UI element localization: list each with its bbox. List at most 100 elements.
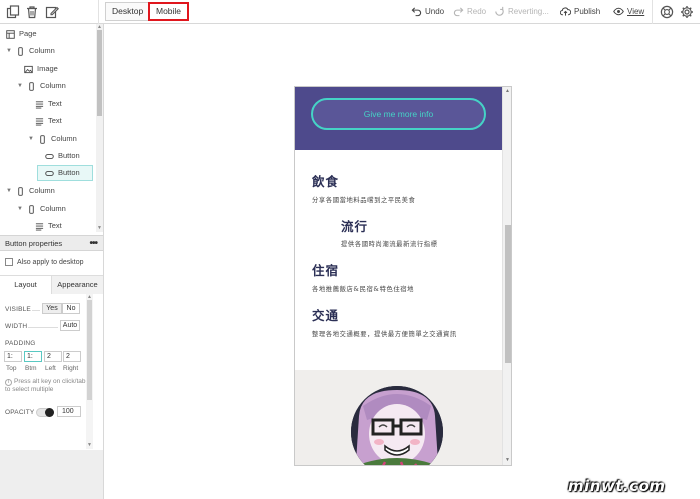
tree-item-label: Button: [58, 168, 80, 177]
padding-bottom-input[interactable]: 1:: [24, 351, 42, 362]
text-icon: [35, 222, 44, 231]
preview-scrollbar[interactable]: ▲ ▼: [502, 87, 511, 465]
scroll-down-icon[interactable]: ▼: [87, 442, 92, 448]
left-panel: Page ▼ Column Image ▼ Column Text Text ▼…: [0, 24, 104, 499]
avatar-section: [295, 370, 502, 465]
section-body: 分享各國當地料品嚐到之平民美食: [312, 197, 416, 204]
visible-yes-button[interactable]: Yes: [42, 303, 62, 314]
multi-select-hint: i Press alt key on click/tab to select mu…: [5, 378, 91, 394]
visible-no-button[interactable]: No: [62, 303, 80, 314]
opacity-input[interactable]: 100: [57, 406, 81, 417]
tree-item-label: Column: [29, 46, 55, 55]
view-button[interactable]: View: [613, 6, 644, 17]
desktop-view-button[interactable]: Desktop: [105, 2, 151, 21]
scroll-down-icon[interactable]: ▼: [97, 225, 102, 231]
tree-item-column[interactable]: ▼ Column: [28, 131, 77, 147]
mobile-preview: Give me more info 飲食 分享各國當地料品嚐到之平民美食 流行 …: [294, 86, 512, 466]
padding-right-input[interactable]: 2: [63, 351, 81, 362]
tree-item-label: Text: [48, 99, 62, 108]
tree-item-text[interactable]: Text: [35, 96, 62, 112]
properties-title: Button properties: [5, 239, 63, 248]
tree-item-label: Column: [40, 204, 66, 213]
gear-icon[interactable]: [680, 5, 694, 19]
opacity-slider[interactable]: [36, 408, 54, 417]
editor-canvas: Give me more info 飲食 分享各國當地料品嚐到之平民美食 流行 …: [104, 24, 700, 499]
tree-item-button-selected[interactable]: Button: [37, 165, 93, 181]
tree-item-text[interactable]: Text: [35, 113, 62, 129]
duplicate-icon[interactable]: [6, 5, 20, 19]
avatar: [351, 386, 443, 465]
publish-label: Publish: [574, 7, 601, 16]
text-icon: [35, 100, 44, 109]
column-icon: [18, 46, 23, 56]
tree-item-image[interactable]: Image: [24, 61, 58, 77]
mobile-view-button[interactable]: Mobile: [148, 2, 190, 21]
undo-button[interactable]: Undo: [411, 6, 444, 17]
slider-knob[interactable]: [45, 408, 54, 417]
watermark: minwt.com: [568, 477, 666, 495]
info-icon: i: [5, 379, 12, 386]
padding-left-input[interactable]: 2: [44, 351, 62, 362]
chevron-down-icon[interactable]: ▼: [6, 43, 12, 59]
tree-item-label: Text: [48, 116, 62, 125]
tree-scrollbar[interactable]: ▲ ▼: [96, 24, 103, 232]
tree-item-label: Text: [48, 221, 62, 230]
tree-item-column[interactable]: ▼ Column: [6, 183, 55, 199]
more-options-icon[interactable]: •••: [89, 236, 97, 251]
column-icon: [18, 186, 23, 196]
hint-text: Press alt key on click/tab to select mul…: [5, 378, 86, 393]
section-body: 各地推薦飯店&民宿&特色住宿地: [312, 286, 415, 293]
section-heading: 飲食: [312, 174, 340, 189]
redo-icon: [453, 7, 464, 17]
tree-item-label: Column: [40, 81, 66, 90]
help-icon[interactable]: [660, 5, 674, 19]
revert-icon: [495, 6, 504, 16]
tree-item-page[interactable]: Page: [6, 26, 37, 42]
scroll-down-icon[interactable]: ▼: [505, 457, 510, 463]
properties-scrollbar[interactable]: ▲ ▼: [86, 294, 93, 449]
chevron-down-icon[interactable]: ▼: [17, 201, 23, 217]
text-icon: [35, 117, 44, 126]
scrollbar-thumb[interactable]: [505, 225, 511, 363]
avatar-illustration: [351, 386, 443, 465]
edit-icon[interactable]: [45, 5, 59, 19]
scrollbar-thumb[interactable]: [87, 300, 92, 400]
opacity-label: OPACITY: [5, 409, 35, 416]
chevron-down-icon[interactable]: ▼: [6, 183, 12, 199]
section-heading: 流行: [341, 219, 369, 234]
publish-button[interactable]: Publish: [560, 6, 600, 17]
scrollbar-thumb[interactable]: [97, 30, 102, 116]
trash-icon[interactable]: [25, 5, 39, 19]
toolbar-divider: [652, 0, 653, 24]
width-label: WIDTH: [5, 323, 28, 330]
column-icon: [29, 81, 34, 91]
more-info-button[interactable]: Give me more info: [311, 98, 486, 130]
scroll-up-icon[interactable]: ▲: [505, 88, 510, 94]
undo-label: Undo: [425, 7, 445, 16]
visible-toggle: Yes No: [42, 303, 82, 314]
padding-label: PADDING: [5, 340, 36, 347]
width-auto-button[interactable]: Auto: [60, 320, 80, 331]
tree-item-text[interactable]: Text: [35, 218, 62, 232]
column-icon: [29, 204, 34, 214]
tree-item-button[interactable]: Button: [45, 148, 80, 164]
tree-item-label: Column: [51, 134, 77, 143]
tree-item-label: Column: [29, 186, 55, 195]
apply-desktop-checkbox[interactable]: [5, 258, 13, 266]
chevron-down-icon[interactable]: ▼: [28, 131, 34, 147]
properties-header: Button properties •••: [0, 235, 103, 251]
padding-top-input[interactable]: 1:: [4, 351, 22, 362]
divider: [32, 310, 40, 311]
content-section: 飲食 分享各國當地料品嚐到之平民美食 流行 提供各國時尚潮流最新流行指標 住宿 …: [295, 150, 502, 370]
tree-item-column[interactable]: ▼ Column: [17, 201, 66, 217]
redo-button[interactable]: Redo: [453, 6, 486, 17]
tree-item-column[interactable]: ▼ Column: [17, 78, 66, 94]
tab-appearance[interactable]: Appearance: [52, 276, 103, 294]
tree-item-column[interactable]: ▼ Column: [6, 43, 55, 59]
apply-desktop-option[interactable]: Also apply to desktop: [5, 258, 84, 266]
tab-layout[interactable]: Layout: [0, 276, 52, 294]
column-icon: [40, 134, 45, 144]
divider: [28, 327, 58, 328]
padding-top-label: Top: [6, 365, 17, 372]
chevron-down-icon[interactable]: ▼: [17, 78, 23, 94]
